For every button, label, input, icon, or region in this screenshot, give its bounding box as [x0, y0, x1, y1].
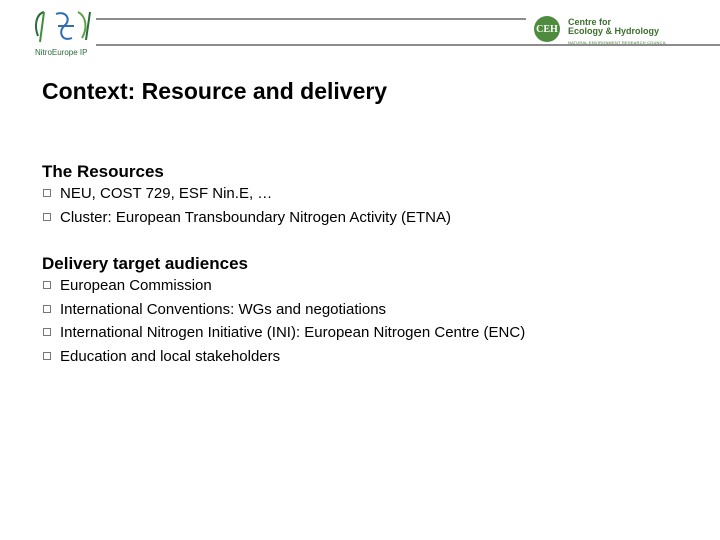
nitroeurope-logo: NitroEurope IP — [32, 6, 102, 60]
ceh-logo-name: Centre for Ecology & Hydrology — [568, 17, 660, 36]
list-item-text: International Conventions: WGs and negot… — [60, 300, 387, 318]
list-item: NEU, COST 729, ESF Nin.E, … — [0, 182, 451, 206]
checkbox-bullet-icon — [43, 281, 51, 289]
checkbox-bullet-icon — [43, 351, 51, 360]
bullet-list: NEU, COST 729, ESF Nin.E, … Cluster: Eur… — [42, 182, 451, 229]
slide-title: Context: Resource and delivery — [42, 78, 388, 104]
list-item-text: Education and local stakeholders — [60, 347, 281, 365]
checkbox-bullet-icon — [43, 212, 51, 221]
list-item: International Conventions: WGs and negot… — [0, 298, 525, 322]
list-item: European Commission — [0, 274, 525, 298]
section-heading: The Resources — [42, 162, 164, 181]
section-delivery: Delivery target audiences European Commi… — [42, 254, 525, 368]
checkbox-bullet-icon — [43, 328, 51, 336]
nitroeurope-logo-text: NitroEurope IP — [35, 48, 88, 57]
list-item-text: NEU, COST 729, ESF Nin.E, … — [60, 185, 273, 202]
bullet-list: European Commission International Conven… — [42, 274, 525, 368]
ceh-logo: CEH Centre for Ecology & Hydrology NATUR… — [524, 4, 720, 52]
list-item-text: Cluster: European Transboundary Nitrogen… — [60, 208, 452, 226]
ceh-badge-icon: CEH — [534, 16, 560, 42]
list-item: Education and local stakeholders — [0, 345, 525, 369]
section-resources: The Resources NEU, COST 729, ESF Nin.E, … — [42, 162, 451, 229]
list-item-text: International Nitrogen Initiative (INI):… — [60, 324, 526, 341]
list-item: Cluster: European Transboundary Nitrogen… — [0, 206, 451, 230]
list-item-text: European Commission — [60, 277, 212, 294]
slide-header: NitroEurope IP CEH Centre for Ecology & … — [0, 0, 720, 64]
checkbox-bullet-icon — [43, 304, 51, 313]
checkbox-bullet-icon — [43, 189, 51, 197]
header-rule-top — [96, 18, 526, 20]
list-item: International Nitrogen Initiative (INI):… — [0, 321, 525, 345]
section-heading: Delivery target audiences — [42, 254, 248, 273]
ceh-logo-subtitle: NATURAL ENVIRONMENT RESEARCH COUNCIL — [568, 40, 667, 45]
nitroeurope-emblem-icon — [35, 11, 91, 43]
